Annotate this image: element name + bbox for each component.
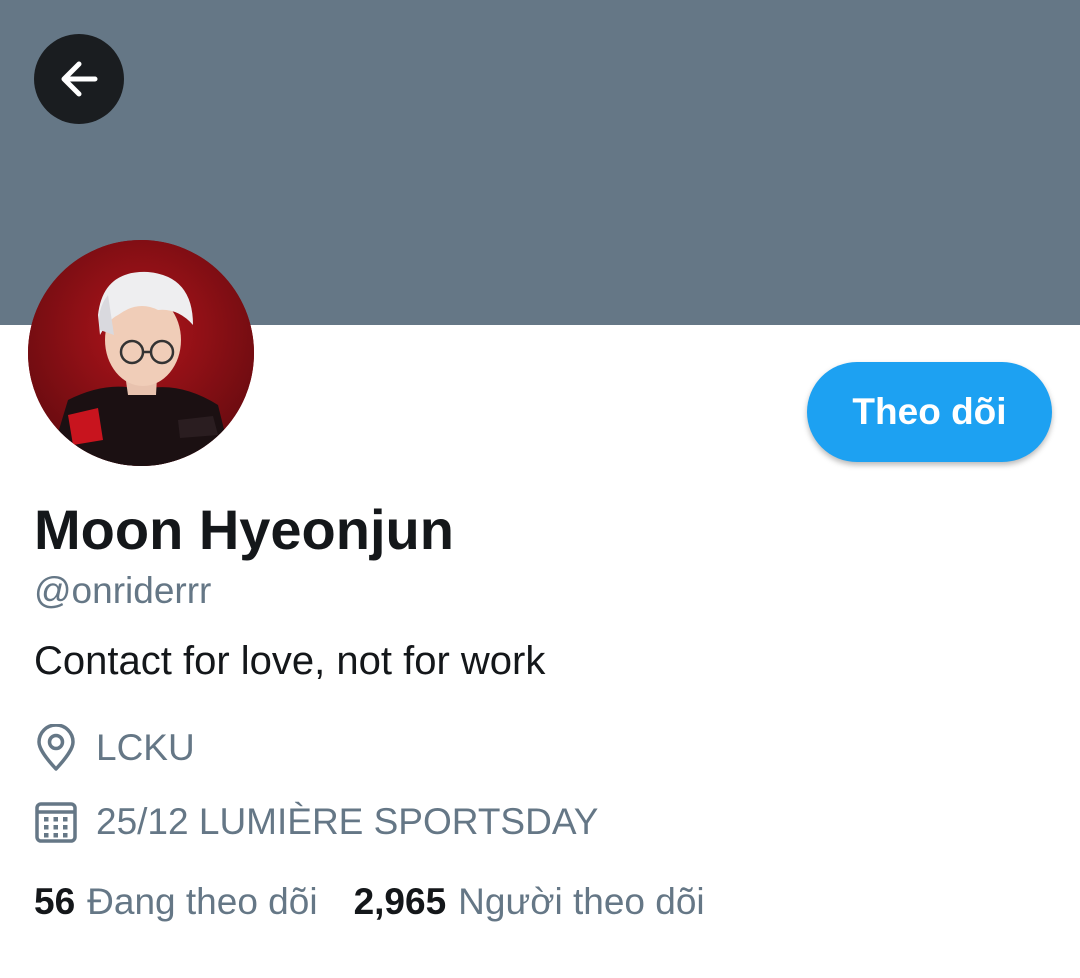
arrow-left-icon bbox=[55, 55, 103, 103]
profile-bio: Contact for love, not for work bbox=[34, 639, 546, 683]
following-stat[interactable]: 56 Đang theo dõi bbox=[34, 876, 318, 928]
back-button[interactable] bbox=[34, 34, 124, 124]
location-row: LCKU bbox=[34, 722, 195, 774]
display-name: Moon Hyeonjun bbox=[34, 498, 454, 561]
location-pin-icon bbox=[34, 723, 84, 773]
username-handle: @onriderrr bbox=[34, 570, 212, 611]
following-label: Đang theo dõi bbox=[87, 881, 318, 922]
location-text: LCKU bbox=[96, 727, 195, 768]
avatar[interactable] bbox=[28, 240, 254, 466]
calendar-icon bbox=[34, 797, 84, 847]
followers-stat[interactable]: 2,965 Người theo dõi bbox=[354, 876, 705, 928]
followers-count: 2,965 bbox=[353, 881, 447, 922]
profile-page: Theo dõi Moon Hyeonjun @onriderrr Contac… bbox=[0, 0, 1080, 978]
date-row: 25/12 LUMIÈRE SPORTSDAY bbox=[34, 796, 598, 848]
follow-stats: 56 Đang theo dõi 2,965 Người theo dõi bbox=[34, 876, 741, 928]
following-count: 56 bbox=[34, 881, 76, 922]
follow-button[interactable]: Theo dõi bbox=[807, 362, 1052, 462]
followers-label: Người theo dõi bbox=[458, 881, 705, 922]
date-text: 25/12 LUMIÈRE SPORTSDAY bbox=[96, 801, 599, 842]
